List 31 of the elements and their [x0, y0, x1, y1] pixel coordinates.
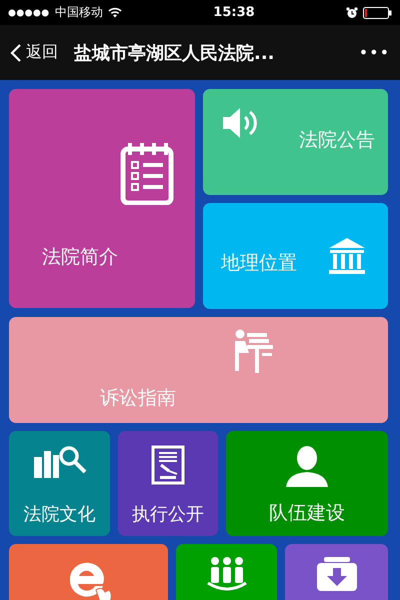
wifi-icon	[108, 7, 122, 18]
tile-label: 法院公告	[299, 128, 375, 152]
clock-time: 15:38	[213, 5, 255, 20]
back-button[interactable]: 返回	[10, 42, 58, 63]
tile-label: 执行公开	[132, 503, 204, 526]
person-icon	[284, 445, 330, 487]
tile-label: 地理位置	[221, 251, 297, 276]
menu-tile[interactable]	[176, 544, 277, 600]
back-chevron-icon	[10, 42, 22, 62]
menu-tile[interactable]	[285, 544, 388, 600]
page-title: 盐城市亭湖区人民法院...	[74, 42, 275, 64]
books-magnifier-icon	[32, 445, 88, 479]
signal-icon	[8, 8, 50, 16]
tile-label: 法院简介	[42, 245, 119, 270]
menu-tile[interactable]	[9, 544, 168, 600]
carrier-name: 中国移动	[55, 4, 103, 21]
tile-label: 队伍建设	[269, 501, 345, 526]
menu-tile[interactable]: 队伍建设	[226, 431, 388, 536]
more-button[interactable]: •••	[358, 43, 390, 62]
alarm-icon	[346, 6, 358, 18]
bank-icon	[328, 237, 366, 275]
folder-download-icon	[316, 556, 358, 592]
tile-label: 诉讼指南	[100, 386, 177, 411]
menu-tile[interactable]: 地理位置	[203, 203, 388, 309]
people-group-icon	[206, 556, 246, 592]
tile-label: 法院文化	[24, 503, 96, 526]
battery-icon	[362, 6, 392, 18]
menu-tile[interactable]: 执行公开	[118, 431, 218, 536]
gavel-document-icon	[151, 445, 185, 485]
menu-tile[interactable]: 法院文化	[9, 431, 110, 536]
menu-tile[interactable]: 法院简介	[9, 89, 195, 308]
